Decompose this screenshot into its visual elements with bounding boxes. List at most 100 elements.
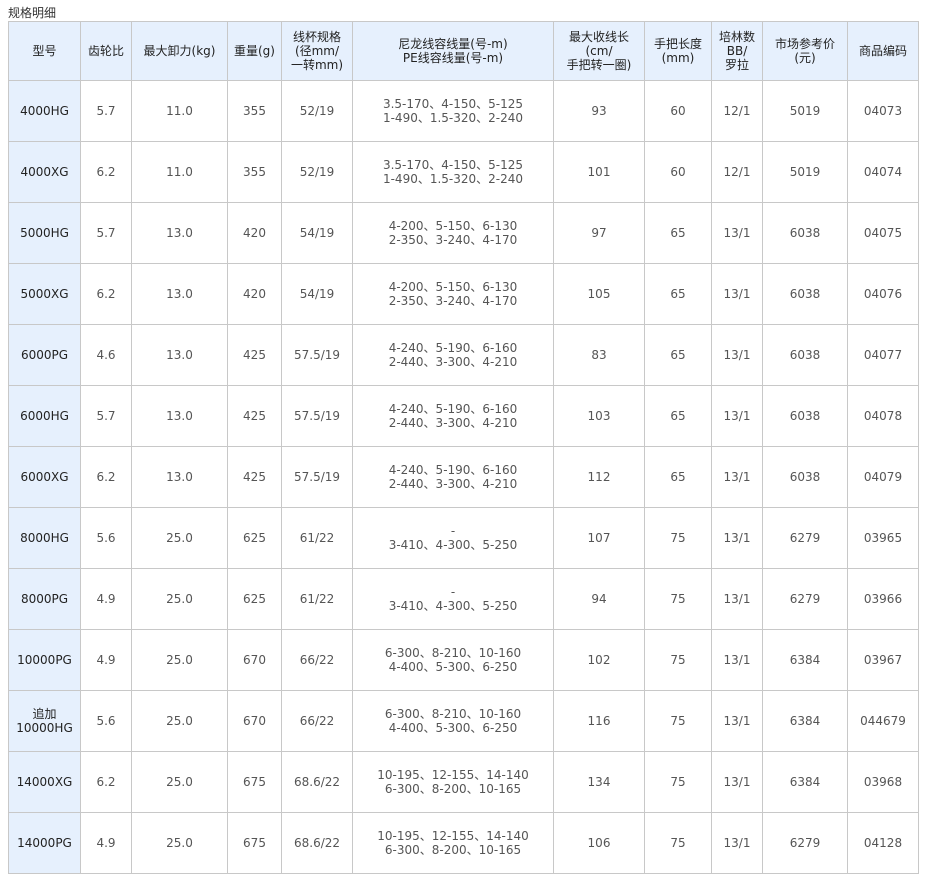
product-code-cell: 03968 [847,751,919,813]
weight-cell: 625 [227,507,282,569]
capacity-line: 3-410、4-300、5-250 [388,599,518,613]
line-capacity-cell: 4-240、5-190、6-160 2-440、3-300、4-210 [352,385,554,447]
handle-length-cell: 60 [644,80,712,142]
product-code-cell: 04076 [847,263,919,325]
column-header-line-capacity: 尼龙线容线量(号-m) PE线容线量(号-m) [352,21,554,81]
table-row: 14000XG 6.2 25.0 675 68.6/22 10-195、12-155、14… [8,751,919,813]
table-row: 4000HG 5.7 11.0 355 52/19 3.5-170、4-150、5-125… [8,80,919,142]
model-cell: 6000XG [8,446,81,508]
capacity-line: 6-300、8-200、10-165 [384,843,522,857]
model-cell: 4000XG [8,141,81,203]
column-header-weight: 重量(g) [227,21,282,81]
column-header-product-code: 商品编码 [847,21,919,81]
price-cell: 6384 [762,690,848,752]
spool-spec-cell: 68.6/22 [281,751,353,813]
max-drag-cell: 13.0 [131,202,228,264]
product-code-cell: 04079 [847,446,919,508]
table-row: 5000HG 5.7 13.0 420 54/19 4-200、5-150、6-130 2-… [8,202,919,264]
model-line: 追加 [32,707,57,721]
column-header-price: 市场参考价 (元) [762,21,848,81]
capacity-line: 6-300、8-210、10-160 [384,707,522,721]
capacity-line: 2-350、3-240、4-170 [388,294,518,308]
gear-ratio-cell: 5.7 [80,80,132,142]
column-header-line: 市场参考价 [774,37,835,51]
model-line: 8000PG [20,592,69,606]
column-header-line: 罗拉 [724,58,749,72]
column-header-handle-length: 手把长度 (mm) [644,21,712,81]
spool-spec-cell: 61/22 [281,507,353,569]
column-header-line: (mm) [661,51,695,65]
spool-spec-cell: 52/19 [281,141,353,203]
column-header-spool-spec: 线杯规格 (径mm/一转mm) [281,21,353,81]
handle-length-cell: 60 [644,141,712,203]
capacity-line: 4-400、5-300、6-250 [388,660,518,674]
weight-cell: 355 [227,80,282,142]
column-header-line: (元) [794,51,816,65]
max-drag-cell: 25.0 [131,568,228,630]
model-line: 5000HG [20,226,69,240]
table-row: 10000PG 4.9 25.0 670 66/22 6-300、8-210、10-160… [8,629,919,691]
handle-length-cell: 65 [644,263,712,325]
weight-cell: 425 [227,446,282,508]
column-header-line: 重量(g) [234,44,275,58]
product-code-cell: 03966 [847,568,919,630]
weight-cell: 425 [227,324,282,386]
column-header-line: PE线容线量(号-m) [402,51,504,65]
model-cell: 4000HG [8,80,81,142]
weight-cell: 675 [227,751,282,813]
gear-ratio-cell: 6.2 [80,446,132,508]
line-capacity-cell: 3.5-170、4-150、5-125 1-490、1.5-320、2-240 [352,141,554,203]
column-header-model: 型号 [8,21,81,81]
price-cell: 6384 [762,629,848,691]
model-cell: 10000PG [8,629,81,691]
model-line: 6000HG [20,409,69,423]
price-cell: 6384 [762,751,848,813]
model-line: 8000HG [20,531,69,545]
table-row: 6000PG 4.6 13.0 425 57.5/19 4-240、5-190、6-160… [8,324,919,386]
max-drag-cell: 13.0 [131,385,228,447]
handle-length-cell: 75 [644,568,712,630]
product-code-cell: 04074 [847,141,919,203]
bearings-cell: 13/1 [711,385,763,447]
bearings-cell: 13/1 [711,263,763,325]
price-cell: 6279 [762,507,848,569]
table-body: 4000HG 5.7 11.0 355 52/19 3.5-170、4-150、5-125… [8,80,919,874]
column-header-line: 型号 [32,44,57,58]
max-drag-cell: 25.0 [131,812,228,874]
capacity-line: 4-240、5-190、6-160 [388,463,518,477]
max-drag-cell: 11.0 [131,141,228,203]
table-row: 追加 10000HG 5.6 25.0 670 66/22 6-300、8-210、10-1… [8,690,919,752]
line-capacity-cell: 4-200、5-150、6-130 2-350、3-240、4-170 [352,263,554,325]
line-capacity-cell: 4-240、5-190、6-160 2-440、3-300、4-210 [352,324,554,386]
bearings-cell: 13/1 [711,629,763,691]
weight-cell: 420 [227,202,282,264]
gear-ratio-cell: 6.2 [80,263,132,325]
spool-spec-cell: 54/19 [281,263,353,325]
bearings-cell: 13/1 [711,446,763,508]
gear-ratio-cell: 5.6 [80,690,132,752]
line-capacity-cell: 10-195、12-155、14-140 6-300、8-200、10-165 [352,812,554,874]
model-cell: 14000PG [8,812,81,874]
capacity-line: 6-300、8-200、10-165 [384,782,522,796]
model-line: 14000PG [17,836,72,850]
handle-length-cell: 65 [644,385,712,447]
spec-table: 型号 齿轮比 最大卸力(kg) 重量(g) 线杯规格 (径mm/一转mm) 尼龙线容线量(号… [8,21,919,874]
model-cell: 8000PG [8,568,81,630]
weight-cell: 675 [227,812,282,874]
price-cell: 6038 [762,202,848,264]
column-header-gear-ratio: 齿轮比 [80,21,132,81]
model-line: 6000XG [20,470,69,484]
max-retrieve-cell: 97 [553,202,645,264]
price-cell: 6038 [762,263,848,325]
capacity-line: 3.5-170、4-150、5-125 [382,158,524,172]
header-row: 型号 齿轮比 最大卸力(kg) 重量(g) 线杯规格 (径mm/一转mm) 尼龙线容线量(号… [8,21,919,81]
gear-ratio-cell: 6.2 [80,751,132,813]
max-retrieve-cell: 116 [553,690,645,752]
spool-spec-cell: 57.5/19 [281,385,353,447]
max-drag-cell: 13.0 [131,324,228,386]
capacity-line: 2-440、3-300、4-210 [388,355,518,369]
max-retrieve-cell: 94 [553,568,645,630]
handle-length-cell: 75 [644,812,712,874]
capacity-line: 4-200、5-150、6-130 [388,280,518,294]
max-retrieve-cell: 134 [553,751,645,813]
